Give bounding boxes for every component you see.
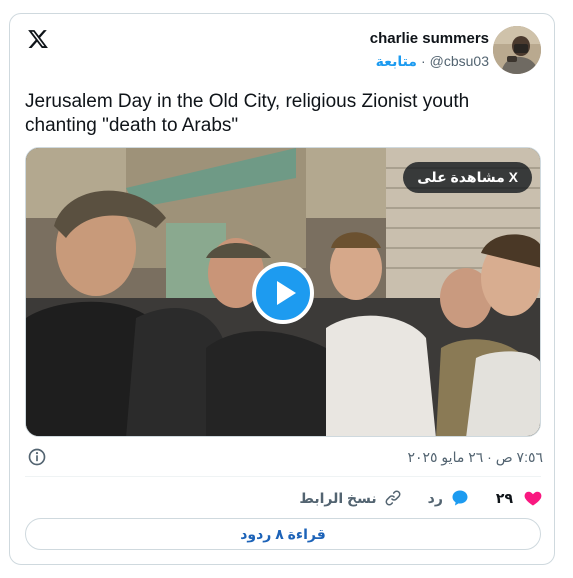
- author-name[interactable]: charlie summers: [370, 30, 489, 47]
- action-bar: نسخ الرابط رد ٢٩: [273, 487, 543, 509]
- play-button[interactable]: [252, 262, 314, 324]
- tweet-text: Jerusalem Day in the Old City, religious…: [25, 91, 470, 136]
- watch-on-x-button[interactable]: مشاهدة على X: [403, 162, 532, 193]
- video-thumbnail[interactable]: مشاهدة على X: [25, 147, 541, 437]
- separator-dot: ·: [420, 53, 426, 69]
- avatar-image: [493, 26, 541, 74]
- link-icon: [385, 490, 401, 506]
- avatar[interactable]: [493, 26, 541, 74]
- copy-link-action[interactable]: نسخ الرابط: [299, 489, 401, 507]
- copy-link-label: نسخ الرابط: [299, 489, 377, 506]
- heart-icon: [524, 491, 542, 506]
- tweet-timestamp[interactable]: ٧:٥٦ ص · ٢٦ مايو ٢٠٢٥: [407, 449, 543, 466]
- info-icon[interactable]: [27, 447, 47, 467]
- reply-label: رد: [427, 489, 443, 506]
- play-icon: [277, 281, 296, 305]
- reply-action[interactable]: رد: [428, 488, 470, 508]
- reply-bubble-icon: [452, 490, 468, 506]
- author-handle[interactable]: @cbsu03: [430, 53, 489, 69]
- author-subline: متابعة · @cbsu03: [376, 53, 489, 70]
- x-logo-icon[interactable]: [27, 28, 49, 50]
- follow-button[interactable]: متابعة: [376, 53, 417, 69]
- read-replies-button[interactable]: قراءة ٨ ردود: [25, 518, 541, 550]
- divider: [25, 476, 541, 477]
- like-action[interactable]: ٢٩: [496, 488, 543, 508]
- like-count: ٢٩: [495, 489, 513, 506]
